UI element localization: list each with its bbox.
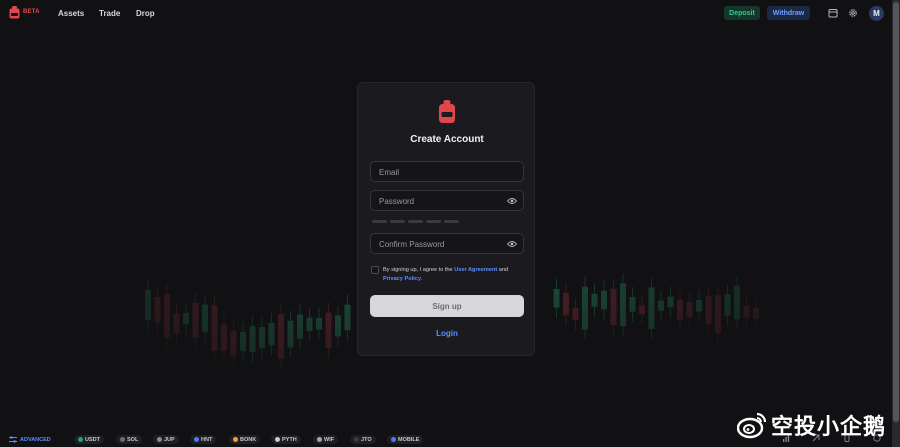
token-icon	[391, 437, 396, 442]
strength-segment	[372, 220, 387, 223]
page-title: Create Account	[410, 134, 484, 145]
signup-card: Create Account By signing up, I agree to…	[357, 82, 535, 356]
ticker-item-jto[interactable]: JTO	[350, 435, 376, 444]
weibo-logo-icon	[737, 412, 767, 439]
ticker-item-bonk[interactable]: BONK	[229, 435, 261, 444]
ticker-item-jup[interactable]: JUP	[153, 435, 179, 444]
ticker-label: PYTH	[282, 436, 297, 443]
scrollbar[interactable]	[892, 0, 900, 447]
confirm-password-field[interactable]	[370, 233, 524, 254]
ticker-label: USDT	[85, 436, 100, 443]
nav-drop[interactable]: Drop	[136, 9, 155, 18]
strength-segment	[390, 220, 405, 223]
ticker-item-mobile[interactable]: MOBILE	[387, 435, 424, 444]
token-icon	[194, 437, 199, 442]
calendar-icon[interactable]	[828, 8, 838, 18]
deposit-button[interactable]: Deposit	[724, 6, 760, 20]
avatar[interactable]: M	[869, 6, 884, 21]
terms-prefix: By signing up, I agree to the	[383, 267, 455, 273]
ticker-label: JTO	[361, 436, 372, 443]
ticker-label: BONK	[240, 436, 257, 443]
signup-button[interactable]: Sign up	[370, 295, 524, 317]
confirm-password-input[interactable]	[371, 235, 523, 254]
sliders-icon	[9, 436, 17, 443]
advanced-label: ADVANCED	[20, 436, 51, 443]
strength-segment	[408, 220, 423, 223]
gear-icon[interactable]	[848, 8, 858, 18]
nav-trade[interactable]: Trade	[99, 9, 120, 18]
terms-text: By signing up, I agree to the User Agree…	[383, 266, 528, 284]
scrollbar-thumb[interactable]	[893, 2, 899, 422]
terms-mid: and	[497, 267, 509, 273]
email-input[interactable]	[371, 163, 523, 182]
nav-assets[interactable]: Assets	[58, 9, 84, 18]
login-link[interactable]: Login	[358, 329, 536, 338]
watermark: 空投小企鹅	[737, 409, 895, 441]
email-field[interactable]	[370, 161, 524, 182]
backpack-icon	[439, 100, 455, 123]
user-agreement-link[interactable]: User Agreement	[454, 267, 497, 273]
password-field[interactable]	[370, 190, 524, 211]
ticker-label: JUP	[164, 436, 175, 443]
token-icon	[78, 437, 83, 442]
token-icon	[157, 437, 162, 442]
ticker-label: HNT	[201, 436, 213, 443]
eye-icon[interactable]	[507, 197, 517, 205]
top-bar: BETA Assets Trade Drop Deposit Withdraw …	[0, 0, 892, 26]
watermark-text: 空投小企鹅	[771, 415, 887, 440]
advanced-toggle[interactable]: ADVANCED	[9, 435, 51, 444]
strength-segment	[444, 220, 459, 223]
backpack-logo-icon[interactable]	[9, 6, 20, 19]
ticker-label: SOL	[127, 436, 139, 443]
ticker-item-usdt[interactable]: USDT	[74, 435, 104, 444]
eye-icon[interactable]	[507, 240, 517, 248]
withdraw-button[interactable]: Withdraw	[767, 6, 810, 20]
ticker-item-wif[interactable]: WIF	[313, 435, 339, 444]
password-input[interactable]	[371, 192, 523, 211]
token-icon	[120, 437, 125, 442]
token-icon	[317, 437, 322, 442]
ticker-item-pyth[interactable]: PYTH	[271, 435, 301, 444]
password-strength-meter	[372, 220, 459, 223]
token-icon	[275, 437, 280, 442]
ticker-item-hnt[interactable]: HNT	[190, 435, 217, 444]
privacy-policy-link[interactable]: Privacy Policy	[383, 276, 421, 282]
beta-badge: BETA	[23, 9, 40, 15]
strength-segment	[426, 220, 441, 223]
ticker-label: MOBILE	[398, 436, 420, 443]
ticker-item-sol[interactable]: SOL	[116, 435, 143, 444]
ticker-label: WIF	[324, 436, 335, 443]
terms-checkbox[interactable]	[371, 266, 379, 274]
terms-suffix: .	[420, 276, 423, 282]
token-icon	[233, 437, 238, 442]
token-icon	[354, 437, 359, 442]
